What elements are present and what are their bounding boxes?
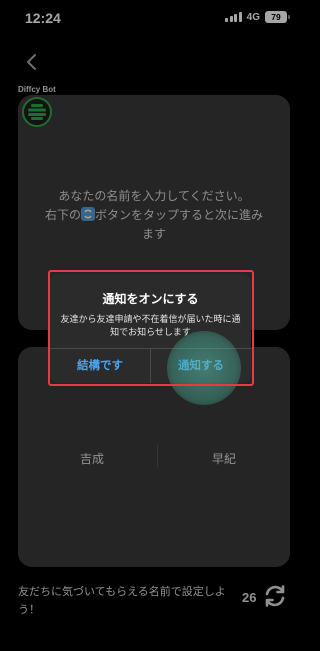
annotation-frame <box>48 270 254 386</box>
